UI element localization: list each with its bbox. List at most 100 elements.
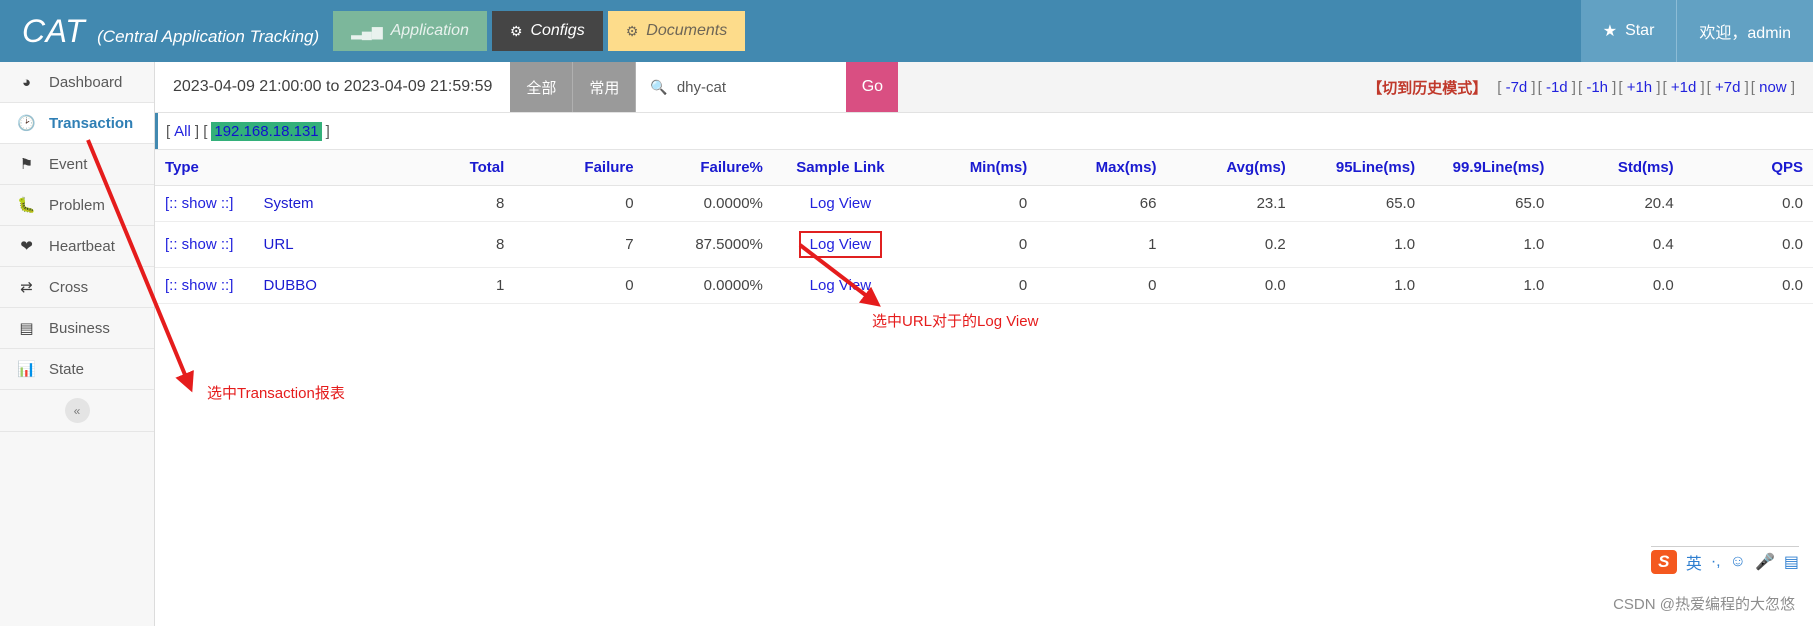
bar-chart-icon: ▂▄▆ (351, 23, 383, 39)
table-row: [:: show ::] System 8 0 0.0000% Log View… (155, 185, 1813, 222)
bracket-open: [ (166, 122, 171, 140)
show-link[interactable]: [:: show ::] (165, 195, 233, 212)
column-header-failure-percent[interactable]: Failure% (643, 149, 773, 186)
page-body: ◕ Dashboard 🕑 Transaction ⚑ Event 🐛 Prob… (0, 62, 1813, 626)
sidebar-item-transaction[interactable]: 🕑 Transaction (0, 103, 154, 144)
cell-qps: 0.0 (1683, 267, 1813, 304)
log-view-link[interactable]: Log View (810, 195, 871, 212)
cell-sample-link: Log View (772, 267, 908, 304)
nav-button-documents-label: Documents (646, 22, 728, 39)
dashboard-icon: ◕ (21, 73, 32, 91)
cell-min: 0 (907, 221, 1038, 268)
cell-avg: 0.2 (1166, 221, 1296, 268)
ime-toolbar: S 英 ·, ☺ 🎤 ▤ (1650, 546, 1799, 574)
top-nav-buttons: ▂▄▆ Application ⚙ Configs ⚙ Documents (333, 0, 746, 62)
column-header-total[interactable]: Total (385, 149, 515, 186)
chevron-double-left-icon[interactable]: « (64, 398, 90, 423)
go-button[interactable]: Go (846, 62, 899, 112)
time-link-now[interactable]: [ now ] (1751, 79, 1795, 96)
type-link[interactable]: DUBBO (264, 277, 317, 294)
nav-button-application[interactable]: ▂▄▆ Application (333, 11, 487, 51)
go-button-label: Go (861, 78, 884, 95)
cell-999line: 1.0 (1425, 221, 1555, 268)
search-input[interactable]: 🔍 dhy-cat (636, 62, 847, 112)
log-view-link[interactable]: Log View (810, 277, 871, 294)
nav-button-application-label: Application (390, 22, 469, 39)
time-shortcut-links: 【切到历史模式】 [ -7d ] [ -1d ] [ -1h ] [ +1h ]… (1367, 62, 1813, 112)
time-link-plus-1d[interactable]: [ +1d ] (1663, 79, 1705, 96)
table-row: [:: show ::] DUBBO 1 0 0.0000% Log View … (155, 267, 1813, 304)
sidebar-item-dashboard[interactable]: ◕ Dashboard (0, 62, 154, 103)
sidebar-item-problem[interactable]: 🐛 Problem (0, 185, 154, 226)
top-navigation-bar: CAT (Central Application Tracking) ▂▄▆ A… (0, 0, 1813, 62)
column-header-failure[interactable]: Failure (514, 149, 644, 186)
sidebar-item-state[interactable]: 📊 State (0, 349, 154, 390)
ime-emoji-icon[interactable]: ☺ (1730, 553, 1746, 571)
cell-95line: 1.0 (1295, 267, 1426, 304)
star-icon: ★ (1602, 23, 1618, 40)
time-link-minus-1h[interactable]: [ -1h ] (1578, 79, 1616, 96)
segment-all-button[interactable]: 全部 (510, 62, 574, 112)
sidebar-item-business[interactable]: ▤ Business (0, 308, 154, 349)
ime-keyboard-icon[interactable]: ▤ (1784, 552, 1799, 572)
time-link-minus-7d[interactable]: [ -7d ] (1497, 79, 1535, 96)
column-header-95line[interactable]: 95Line(ms) (1295, 149, 1426, 186)
sidebar-item-label: Dashboard (49, 73, 123, 91)
cell-failure-percent: 0.0000% (643, 267, 773, 304)
cell-min: 0 (907, 267, 1038, 304)
transaction-table: Type Total Failure Failure% Sample Link … (155, 149, 1813, 304)
star-button[interactable]: ★ Star (1580, 0, 1677, 62)
clock-icon: 🕑 (17, 114, 36, 132)
show-link[interactable]: [:: show ::] (165, 277, 233, 294)
column-header-avg[interactable]: Avg(ms) (1166, 149, 1296, 186)
table-header-row: Type Total Failure Failure% Sample Link … (155, 149, 1813, 186)
type-link[interactable]: URL (264, 236, 294, 253)
time-link-plus-7d[interactable]: [ +7d ] (1707, 79, 1749, 96)
cell-type: [:: show ::] URL (155, 221, 385, 268)
brand-logo[interactable]: CAT (Central Application Tracking) (0, 13, 333, 50)
star-label: Star (1625, 22, 1655, 39)
cell-std: 20.4 (1554, 185, 1684, 222)
heart-icon: ❤ (20, 237, 33, 255)
column-header-min[interactable]: Min(ms) (907, 149, 1038, 186)
type-link[interactable]: System (264, 195, 314, 212)
sidebar-item-label: Problem (49, 196, 105, 214)
date-range-picker[interactable]: 2023-04-09 21:00:00 to 2023-04-09 21:59:… (155, 62, 511, 112)
bracket-close: ] (325, 122, 330, 140)
nav-button-configs-label: Configs (530, 22, 585, 39)
table-header: Type Total Failure Failure% Sample Link … (155, 149, 1813, 186)
sidebar-item-event[interactable]: ⚑ Event (0, 144, 154, 185)
history-mode-link[interactable]: 【切到历史模式】 (1367, 77, 1487, 98)
sidebar-item-heartbeat[interactable]: ❤ Heartbeat (0, 226, 154, 267)
cell-type: [:: show ::] System (155, 185, 385, 222)
main-content: 2023-04-09 21:00:00 to 2023-04-09 21:59:… (155, 62, 1813, 626)
ime-punctuation-icon[interactable]: ·, (1711, 553, 1721, 571)
time-link-minus-1d[interactable]: [ -1d ] (1538, 79, 1576, 96)
column-header-max[interactable]: Max(ms) (1037, 149, 1167, 186)
segment-common-label: 常用 (589, 79, 620, 97)
show-link[interactable]: [:: show ::] (165, 236, 233, 253)
ime-microphone-icon[interactable]: 🎤 (1755, 552, 1775, 572)
filter-all-link[interactable]: All (174, 123, 191, 140)
column-header-type[interactable]: Type (155, 149, 385, 186)
bug-icon: 🐛 (17, 196, 36, 214)
ime-language-icon[interactable]: 英 (1686, 550, 1702, 574)
time-link-plus-1h[interactable]: [ +1h ] (1618, 79, 1660, 96)
table-row: [:: show ::] URL 8 7 87.5000% Log View 0… (155, 221, 1813, 268)
column-header-std[interactable]: Std(ms) (1554, 149, 1684, 186)
sogou-logo-icon[interactable]: S (1650, 550, 1677, 574)
bracket-close: ] (194, 122, 200, 140)
filter-ip-link[interactable]: 192.168.18.131 (211, 121, 322, 141)
log-view-link-highlighted[interactable]: Log View (798, 231, 883, 258)
sidebar-item-cross[interactable]: ⇄ Cross (0, 267, 154, 308)
segment-common-button[interactable]: 常用 (573, 62, 637, 112)
brand-name: CAT (22, 12, 86, 49)
nav-button-documents[interactable]: ⚙ Documents (607, 11, 746, 51)
cell-999line: 65.0 (1425, 185, 1555, 222)
cell-95line: 65.0 (1295, 185, 1426, 222)
column-header-999line[interactable]: 99.9Line(ms) (1425, 149, 1555, 186)
nav-button-configs[interactable]: ⚙ Configs (491, 11, 603, 51)
user-welcome[interactable]: 欢迎，admin (1676, 0, 1813, 62)
cell-failure: 0 (514, 267, 644, 304)
column-header-qps[interactable]: QPS (1683, 149, 1813, 186)
